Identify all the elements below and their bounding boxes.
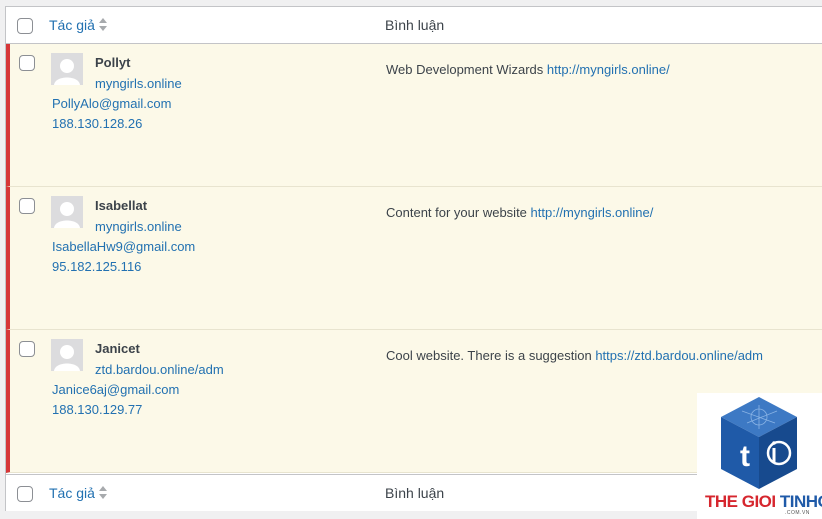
avatar bbox=[51, 53, 83, 85]
comment-link[interactable]: http://myngirls.online/ bbox=[531, 205, 654, 220]
author-ip-link[interactable]: 188.130.129.77 bbox=[52, 402, 142, 417]
comment-text: Web Development Wizards http://myngirls.… bbox=[386, 62, 670, 77]
watermark-domain: .COM.VN bbox=[785, 510, 810, 516]
row-checkbox[interactable] bbox=[19, 198, 35, 214]
author-name: Isabellat bbox=[95, 198, 148, 213]
author-column-header[interactable]: Tác giả bbox=[49, 17, 95, 33]
author-email-link[interactable]: Janice6aj@gmail.com bbox=[52, 382, 179, 397]
author-ip-link[interactable]: 95.182.125.116 bbox=[52, 259, 141, 274]
watermark-word-1: THE GIOI bbox=[705, 492, 780, 511]
comment-row: Pollyt myngirls.online PollyAlo@gmail.co… bbox=[6, 44, 822, 187]
table-header: Tác giả Bình luận bbox=[6, 7, 822, 44]
comment-column-header: Bình luận bbox=[385, 17, 445, 33]
select-all-checkbox[interactable] bbox=[17, 18, 33, 34]
comment-text: Content for your website http://myngirls… bbox=[386, 205, 653, 220]
author-email-link[interactable]: PollyAlo@gmail.com bbox=[52, 96, 171, 111]
comment-text: Cool website. There is a suggestion http… bbox=[386, 348, 763, 363]
avatar bbox=[51, 196, 83, 228]
sort-icon[interactable] bbox=[98, 484, 108, 501]
author-name: Pollyt bbox=[95, 55, 131, 70]
row-checkbox[interactable] bbox=[19, 341, 35, 357]
comment-row: Isabellat myngirls.online IsabellaHw9@gm… bbox=[6, 187, 822, 330]
comment-body: Content for your website bbox=[386, 205, 531, 220]
watermark-text: THE GIOI TINHOC bbox=[705, 492, 822, 512]
avatar bbox=[51, 339, 83, 371]
select-all-checkbox-footer[interactable] bbox=[17, 486, 33, 502]
author-email-link[interactable]: IsabellaHw9@gmail.com bbox=[52, 239, 195, 254]
comment-column-footer: Bình luận bbox=[385, 485, 445, 501]
author-site-link[interactable]: ztd.bardou.online/adm bbox=[95, 362, 224, 377]
row-checkbox[interactable] bbox=[19, 55, 35, 71]
author-column-footer[interactable]: Tác giả bbox=[49, 485, 95, 501]
watermark-word-2: TINHOC bbox=[779, 492, 822, 511]
author-name: Janicet bbox=[95, 341, 140, 356]
logo-letter: t bbox=[740, 440, 750, 473]
sort-icon[interactable] bbox=[98, 16, 108, 33]
author-ip-link[interactable]: 188.130.128.26 bbox=[52, 116, 142, 131]
cube-logo-icon: t bbox=[721, 397, 797, 489]
comment-link[interactable]: https://ztd.bardou.online/adm bbox=[595, 348, 763, 363]
comment-body: Web Development Wizards bbox=[386, 62, 547, 77]
comment-body: Cool website. There is a suggestion bbox=[386, 348, 596, 363]
author-site-link[interactable]: myngirls.online bbox=[95, 219, 182, 234]
comment-link[interactable]: http://myngirls.online/ bbox=[547, 62, 670, 77]
author-site-link[interactable]: myngirls.online bbox=[95, 76, 182, 91]
site-watermark: t THE GIOI TINHOC .COM.VN bbox=[697, 393, 822, 519]
